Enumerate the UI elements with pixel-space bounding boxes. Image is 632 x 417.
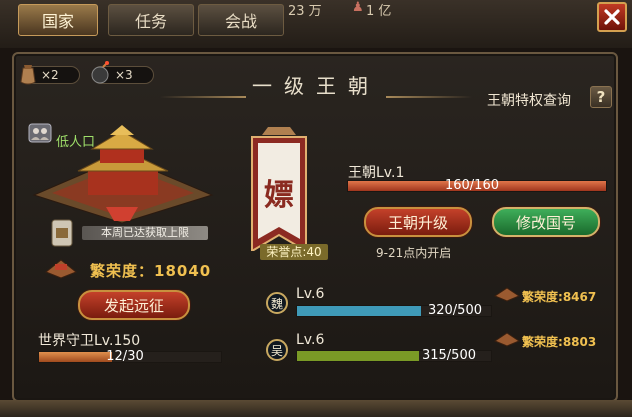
- palace-image[interactable]: [30, 125, 215, 225]
- close-icon: [604, 9, 620, 25]
- prosperity-icon: [44, 256, 78, 280]
- kingdom-wei-prosperity-label: 繁荣度:: [522, 290, 563, 304]
- close-button[interactable]: [597, 2, 627, 32]
- dynasty-exp-text: 160/160: [444, 178, 499, 193]
- title-divider-right: [386, 96, 472, 98]
- kingdom-badge-wei: 魏: [266, 292, 288, 314]
- top-stat-2: 1 亿: [366, 4, 392, 19]
- kingdom-wei-prosperity: 繁荣度:8467: [522, 288, 596, 305]
- kingdom-wu-prosperity-label: 繁荣度:: [522, 335, 563, 349]
- kingdom-wei-prosperity-icon: [493, 286, 521, 306]
- top-stat-icon: ♟: [352, 0, 364, 15]
- kingdom-badge-wu: 吴: [266, 339, 288, 361]
- weekly-limit-notice: 本周已达获取上限: [82, 226, 208, 240]
- kingdom-wu-level: Lv.6: [296, 332, 325, 348]
- top-stat-1: 23 万: [288, 4, 322, 19]
- honor-points: 荣誉点:40: [260, 244, 328, 260]
- help-button[interactable]: ?: [590, 86, 612, 108]
- guardian-progress-text: 12/30: [106, 349, 144, 364]
- dynasty-banner-char: 嫖: [264, 178, 294, 213]
- resource-chip-bomb: ×3: [91, 61, 154, 84]
- kingdom-wu-prosperity-value: 8803: [562, 335, 597, 349]
- guardian-label: 世界守卫Lv.150: [38, 333, 141, 349]
- seal-icon: [48, 218, 76, 248]
- kingdom-wei-level: Lv.6: [296, 286, 325, 302]
- rename-country-button[interactable]: 修改国号: [492, 207, 600, 237]
- prosperity-display: 繁荣度：18040: [90, 260, 211, 281]
- kingdom-wei-prosperity-value: 8467: [562, 290, 597, 304]
- privilege-query-link[interactable]: 王朝特权查询: [487, 90, 571, 110]
- title-divider-left: [160, 96, 246, 98]
- prosperity-value: 18040: [154, 262, 212, 280]
- tab-country[interactable]: 国家: [18, 4, 98, 36]
- dynasty-level: 王朝Lv.1: [348, 165, 405, 181]
- bag-icon: [17, 62, 39, 90]
- bottom-strip: [0, 400, 632, 417]
- dynasty-title: 一级王朝: [252, 74, 380, 98]
- kingdom-wu-prosperity-icon: [493, 331, 521, 351]
- upgrade-open-time: 9-21点内开启: [376, 246, 452, 260]
- prosperity-label: 繁荣度：: [90, 262, 155, 280]
- resource-chip-bag: ×2: [20, 65, 80, 85]
- kingdom-wu-prosperity: 繁荣度:8803: [522, 333, 596, 350]
- bag-count: ×2: [41, 68, 59, 82]
- tab-battle[interactable]: 会战: [198, 4, 284, 36]
- kingdom-wu-progress-fill: [297, 351, 420, 361]
- tab-tasks[interactable]: 任务: [108, 4, 194, 36]
- expedition-button[interactable]: 发起远征: [78, 290, 190, 320]
- dynasty-upgrade-button[interactable]: 王朝升级: [364, 207, 472, 237]
- kingdom-wei-progress-fill: [297, 306, 422, 316]
- bomb-count: ×3: [115, 68, 133, 82]
- kingdom-wei-progress-text: 320/500: [427, 303, 482, 318]
- bomb-icon: [89, 61, 111, 89]
- kingdom-wu-progress-text: 315/500: [421, 348, 476, 363]
